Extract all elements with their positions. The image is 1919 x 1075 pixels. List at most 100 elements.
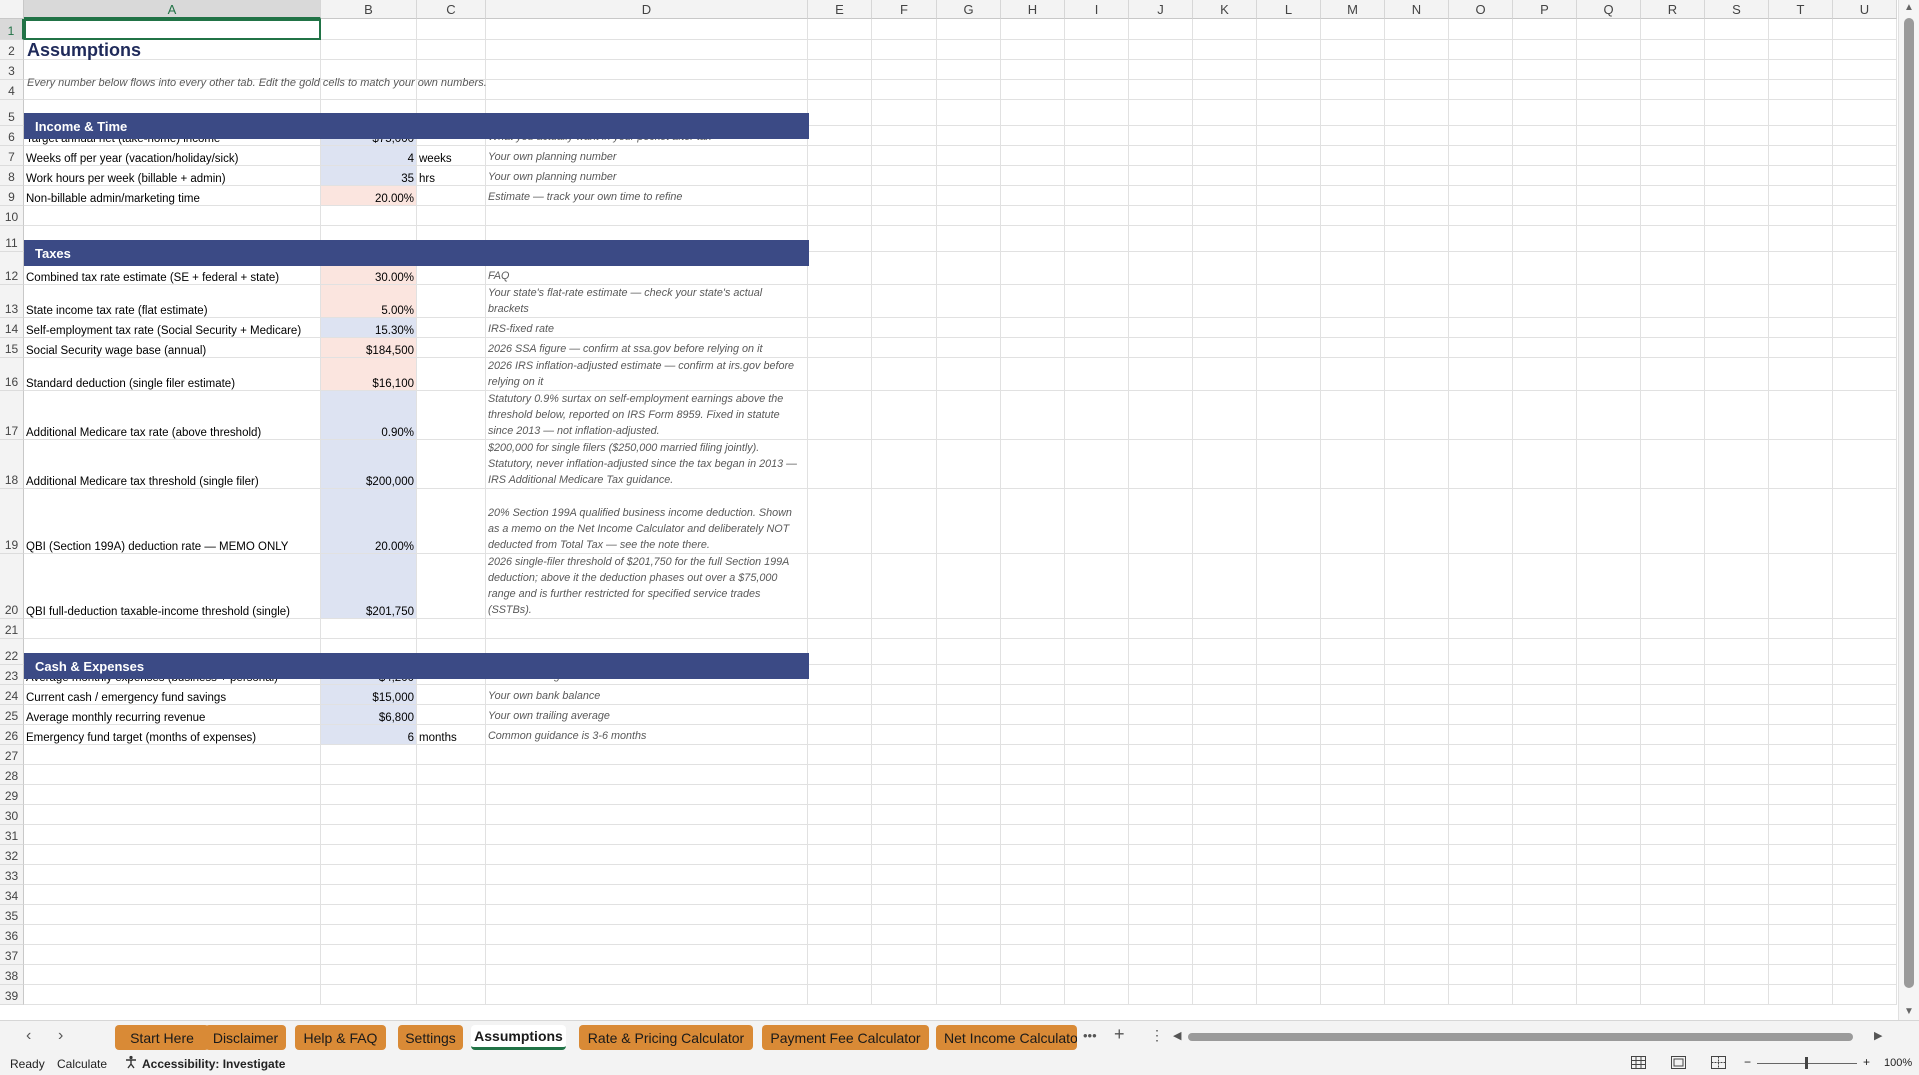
row-header-25[interactable]: 25	[0, 705, 24, 725]
column-header-d[interactable]: D	[486, 0, 808, 19]
row-header-23[interactable]: 23	[0, 665, 24, 685]
grid-cell[interactable]	[1705, 60, 1769, 80]
column-header-i[interactable]: I	[1065, 0, 1129, 19]
grid-cell[interactable]	[1129, 80, 1193, 100]
grid-cell[interactable]	[937, 166, 1001, 186]
grid-cell[interactable]	[1065, 226, 1129, 252]
grid-cell[interactable]	[1449, 100, 1513, 126]
grid-cell[interactable]	[872, 318, 937, 338]
grid-cell[interactable]	[417, 925, 486, 945]
column-header-u[interactable]: U	[1833, 0, 1897, 19]
grid-cell[interactable]	[1833, 725, 1897, 745]
grid-cell[interactable]	[1449, 126, 1513, 146]
grid-cell[interactable]	[808, 765, 872, 785]
grid-cell[interactable]	[417, 845, 486, 865]
grid-cell[interactable]	[1449, 705, 1513, 725]
grid-cell[interactable]	[1193, 489, 1257, 554]
grid-cell[interactable]	[872, 186, 937, 206]
grid-cell[interactable]	[1321, 665, 1385, 685]
grid-cell[interactable]	[24, 925, 321, 945]
grid-cell[interactable]	[486, 206, 808, 226]
column-header-m[interactable]: M	[1321, 0, 1385, 19]
grid-cell[interactable]	[1065, 945, 1129, 965]
grid-cell[interactable]	[1321, 126, 1385, 146]
grid-cell[interactable]	[1449, 252, 1513, 285]
grid-cell[interactable]	[808, 440, 872, 489]
grid-cell[interactable]	[1705, 126, 1769, 146]
grid-cell[interactable]	[1257, 60, 1321, 80]
grid-cell[interactable]	[937, 60, 1001, 80]
grid-cell[interactable]	[321, 985, 417, 1005]
grid-cell[interactable]	[1129, 440, 1193, 489]
grid-cell[interactable]	[1769, 685, 1833, 705]
grid-cell[interactable]	[1321, 705, 1385, 725]
grid-cell[interactable]	[872, 685, 937, 705]
column-header-h[interactable]: H	[1001, 0, 1065, 19]
grid-cell[interactable]	[1065, 825, 1129, 845]
grid-cell[interactable]	[1001, 206, 1065, 226]
grid-cell[interactable]	[1193, 725, 1257, 745]
grid-cell[interactable]	[1001, 985, 1065, 1005]
grid-cell[interactable]	[486, 865, 808, 885]
grid-cell[interactable]	[321, 825, 417, 845]
grid-cell[interactable]	[1385, 318, 1449, 338]
scroll-up-icon[interactable]: ▲	[1903, 2, 1915, 13]
row-header-20[interactable]: 20	[0, 554, 24, 619]
grid-cell[interactable]	[1577, 80, 1641, 100]
row-header-34[interactable]: 34	[0, 885, 24, 905]
grid-cell[interactable]	[1001, 60, 1065, 80]
grid-cell[interactable]	[872, 166, 937, 186]
grid-cell[interactable]	[1833, 60, 1897, 80]
grid-cell[interactable]	[937, 206, 1001, 226]
grid-cell[interactable]	[1769, 440, 1833, 489]
grid-cell[interactable]	[24, 206, 321, 226]
grid-cell[interactable]	[1001, 905, 1065, 925]
grid-cell[interactable]	[1769, 19, 1833, 40]
grid-cell[interactable]	[1833, 440, 1897, 489]
grid-cell[interactable]	[1257, 825, 1321, 845]
grid-cell[interactable]	[1705, 146, 1769, 166]
grid-cell[interactable]	[1001, 825, 1065, 845]
grid-cell[interactable]	[1321, 166, 1385, 186]
grid-cell[interactable]	[1321, 206, 1385, 226]
grid-cell[interactable]	[1257, 725, 1321, 745]
grid-cell[interactable]	[808, 186, 872, 206]
grid-cell[interactable]	[1641, 19, 1705, 40]
grid-cell[interactable]	[1513, 865, 1577, 885]
grid-cell[interactable]	[1257, 639, 1321, 665]
grid-cell[interactable]	[937, 905, 1001, 925]
grid-cell[interactable]	[1513, 705, 1577, 725]
grid-cell[interactable]	[1577, 554, 1641, 619]
grid-cell[interactable]	[808, 40, 872, 60]
grid-cell[interactable]	[808, 206, 872, 226]
grid-cell[interactable]	[872, 925, 937, 945]
grid-cell[interactable]	[937, 845, 1001, 865]
grid-cell[interactable]	[1449, 80, 1513, 100]
grid-cell[interactable]	[1705, 186, 1769, 206]
grid-cell[interactable]	[1065, 19, 1129, 40]
grid-cell[interactable]	[1001, 80, 1065, 100]
grid-cell[interactable]	[1833, 40, 1897, 60]
grid-cell[interactable]	[486, 745, 808, 765]
grid-cell[interactable]	[1385, 126, 1449, 146]
grid-cell[interactable]	[937, 825, 1001, 845]
column-header-q[interactable]: Q	[1577, 0, 1641, 19]
grid-cell[interactable]	[1065, 391, 1129, 440]
grid-cell[interactable]	[1129, 965, 1193, 985]
grid-cell[interactable]	[1449, 685, 1513, 705]
grid-cell[interactable]	[1577, 765, 1641, 785]
row-header-29[interactable]: 29	[0, 785, 24, 805]
grid-cell[interactable]	[417, 745, 486, 765]
grid-cell[interactable]	[1001, 745, 1065, 765]
grid-cell[interactable]	[24, 785, 321, 805]
grid-cell[interactable]	[1641, 126, 1705, 146]
grid-cell[interactable]	[1577, 885, 1641, 905]
grid-cell[interactable]	[1833, 226, 1897, 252]
grid-cell[interactable]	[321, 845, 417, 865]
grid-cell[interactable]	[1065, 785, 1129, 805]
row-header-31[interactable]: 31	[0, 825, 24, 845]
grid-cell[interactable]	[1769, 665, 1833, 685]
grid-cell[interactable]	[1513, 338, 1577, 358]
grid-cell[interactable]	[872, 885, 937, 905]
grid-cell[interactable]	[1193, 60, 1257, 80]
